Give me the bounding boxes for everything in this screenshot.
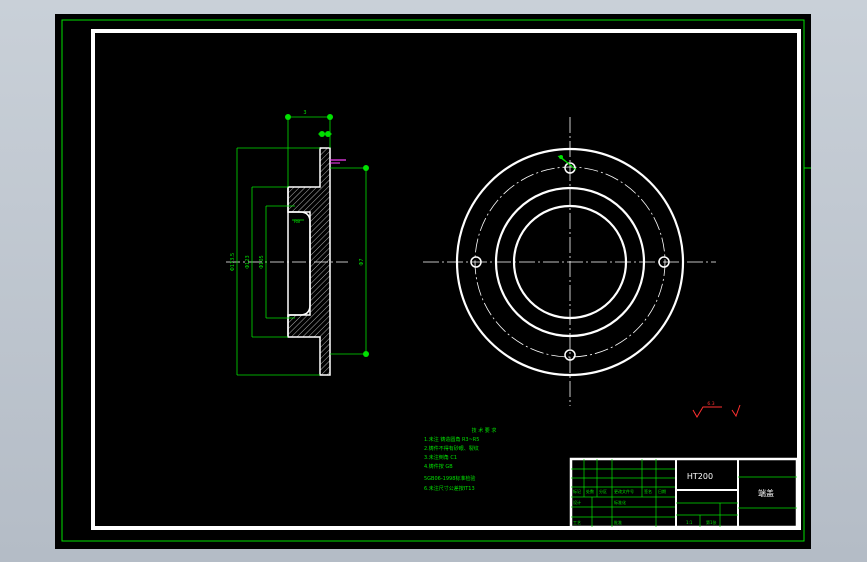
tb-cell-doc: 更改文件号	[614, 488, 634, 494]
tb-approve-label: 批准	[614, 519, 622, 525]
cad-drawing-canvas: 3 Φ173.5 Φ123 Φ105 Φ7 R8 6.3 技 术 要 求 1.未…	[55, 14, 811, 549]
tb-cell-mark: 标记	[573, 488, 581, 494]
tb-standard-label: 标准化	[614, 499, 626, 505]
material-label: HT200	[687, 472, 713, 481]
notes-line-2: 2.铸件不得有砂眼、裂纹	[424, 445, 479, 452]
tb-cell-count: 处数	[586, 488, 594, 494]
dim-bore-label: Φ123	[245, 255, 251, 268]
dim-thickness-label: 3	[303, 110, 306, 116]
notes-title: 技 术 要 求	[472, 427, 497, 434]
dim-right-label: Φ7	[359, 258, 365, 265]
tb-cell-zone: 分区	[599, 488, 607, 494]
notes-line-4: 4.铸件按 GB	[424, 463, 453, 470]
tb-design-label: 设计	[573, 499, 581, 505]
notes-line-6: 6.未注尺寸公差按IT13	[424, 485, 475, 492]
notes-line-1: 1.未注 铸造圆角 R3~R5	[424, 436, 479, 443]
scale-label-a: 1:1	[686, 520, 693, 525]
scale-label-b: 第1张	[706, 519, 717, 525]
dim-step-label: Φ105	[259, 255, 265, 268]
tb-process-label: 工艺	[573, 520, 581, 525]
hole-leader-dot	[559, 155, 563, 159]
dim-fillet-label: R8	[294, 219, 300, 225]
notes-line-5: 5GB06-1998标准检验	[424, 475, 475, 482]
roughness-value: 6.3	[707, 401, 714, 407]
tb-cell-sign: 签名	[644, 488, 652, 494]
dim-od-label: Φ173.5	[230, 253, 236, 271]
title-block: 标记 处数 分区 更改文件号 签名 日期 设计 标准化 工艺 批准 HT200 …	[569, 457, 799, 529]
tb-cell-date: 日期	[658, 488, 666, 494]
part-name-label: 端盖	[758, 488, 774, 498]
notes-line-3: 3.未注倒角 C1	[424, 454, 457, 461]
